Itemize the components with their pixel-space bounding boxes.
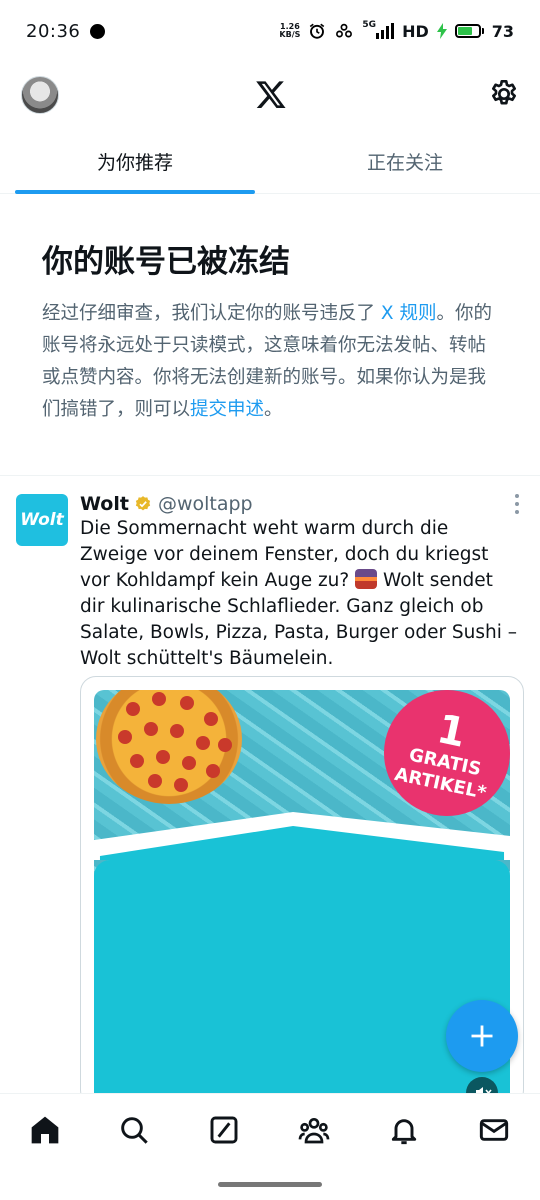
submit-appeal-link[interactable]: 提交申述: [190, 399, 264, 420]
profile-avatar[interactable]: [21, 76, 59, 114]
verified-badge-icon: [135, 496, 151, 511]
notice-text-1: 经过仔细审查，我们认定你的账号违反了: [42, 303, 376, 324]
x-rules-link[interactable]: X 规则: [381, 303, 437, 324]
home-icon[interactable]: [29, 1114, 61, 1146]
more-options-icon[interactable]: [514, 494, 520, 514]
sunset-emoji-icon: [355, 569, 378, 589]
pizza-image: [96, 690, 242, 804]
notice-text-3: 。: [264, 399, 283, 420]
home-indicator[interactable]: [218, 1182, 322, 1187]
tweet-author-name[interactable]: Wolt: [80, 493, 129, 515]
timeline-tabs: 为你推荐 正在关注: [0, 130, 540, 194]
network-type: 5G: [362, 20, 377, 30]
plus-icon: [471, 1025, 493, 1047]
tab-following[interactable]: 正在关注: [270, 130, 540, 193]
account-suspended-notice: 你的账号已被冻结 经过仔细审查，我们认定你的账号违反了 X 规则。你的账号将永远…: [42, 240, 502, 426]
x-logo-icon[interactable]: [255, 78, 287, 110]
battery-fill: [457, 27, 473, 35]
grok-icon[interactable]: [208, 1114, 240, 1146]
wolt-avatar[interactable]: Wolt: [16, 494, 68, 546]
top-header: [0, 68, 540, 122]
badge-number: 1: [433, 706, 470, 757]
network-speed-unit: KB/S: [279, 30, 301, 39]
charging-icon: [436, 23, 447, 39]
notice-title: 你的账号已被冻结: [42, 244, 290, 280]
tweet-text: Die Sommernacht weht warm durch die Zwei…: [80, 516, 520, 672]
notice-body: 经过仔细审查，我们认定你的账号违反了 X 规则。你的账号将永远处于只读模式，这意…: [42, 298, 502, 426]
alarm-icon: [310, 23, 325, 39]
divider: [0, 475, 540, 476]
tweet-header: Wolt @woltapp: [80, 490, 253, 518]
network-speed: 1.26 KB/S: [279, 23, 300, 39]
communities-icon[interactable]: [298, 1114, 330, 1146]
status-bar: 20:36 1.26 KB/S 5G HD 73: [0, 0, 540, 62]
gear-icon[interactable]: [488, 78, 520, 110]
search-icon[interactable]: [118, 1114, 150, 1146]
pool-water: [94, 860, 510, 1105]
status-icons: 1.26 KB/S 5G HD 73: [279, 20, 514, 41]
compose-post-button[interactable]: [446, 1000, 518, 1072]
tab-for-you[interactable]: 为你推荐: [0, 130, 270, 194]
tweet-author-handle[interactable]: @woltapp: [158, 493, 253, 515]
hd-label: HD: [402, 21, 429, 41]
signal-icon: [376, 23, 395, 39]
battery-level: 73: [491, 21, 514, 41]
battery-icon: [454, 24, 484, 38]
recording-dot-icon: [90, 23, 106, 39]
status-time: 20:36: [26, 20, 81, 42]
pool-edge: [94, 812, 510, 860]
messages-icon[interactable]: [478, 1114, 510, 1146]
notifications-icon[interactable]: [388, 1114, 420, 1146]
hotspot-icon: [336, 23, 353, 38]
